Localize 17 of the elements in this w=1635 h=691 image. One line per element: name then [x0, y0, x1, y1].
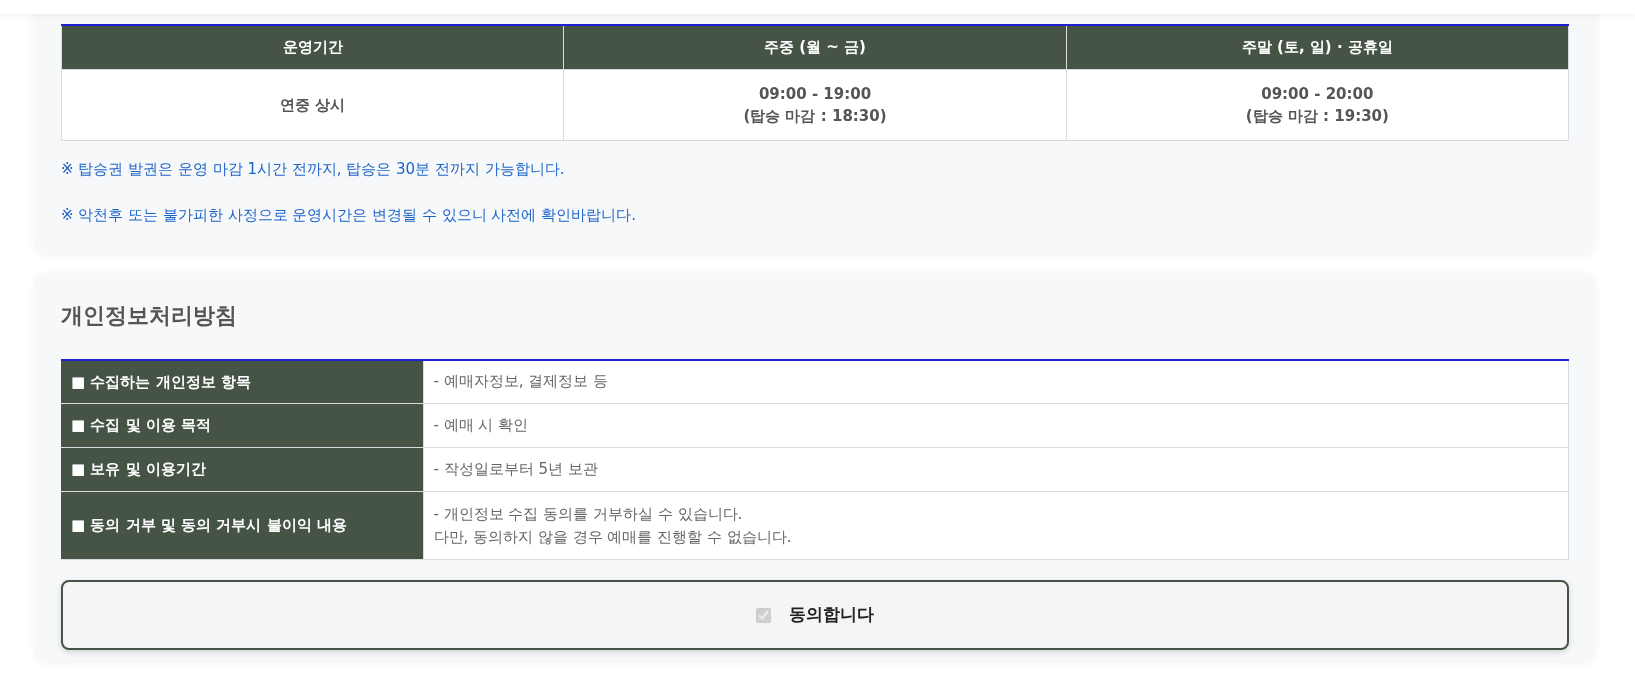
column-header: 주중 (월 ~ 금) — [563, 25, 1067, 69]
table-cell: 09:00 - 20:00 (탑승 마감 : 19:30) — [1066, 69, 1569, 140]
row-header: ■ 보유 및 이용기간 — [61, 447, 423, 492]
column-header: 주말 (토, 일) · 공휴일 — [1066, 25, 1569, 69]
row-header: ■ 수집하는 개인정보 항목 — [61, 359, 423, 404]
column-header: 운영기간 — [61, 25, 564, 69]
section-title: 개인정보처리방침 — [61, 301, 238, 330]
row-header: ■ 동의 거부 및 동의 거부시 불이익 내용 — [61, 491, 423, 560]
row-header: ■ 수집 및 이용 목적 — [61, 403, 423, 448]
table-cell: - 예매 시 확인 — [423, 403, 1569, 448]
table-cell: 09:00 - 19:00 (탑승 마감 : 18:30) — [563, 69, 1067, 140]
table-cell: - 작성일로부터 5년 보관 — [423, 447, 1569, 492]
table-cell: - 예매자정보, 결제정보 등 — [423, 359, 1569, 404]
table-cell: 연중 상시 — [61, 69, 564, 140]
table-cell: - 개인정보 수집 동의를 거부하실 수 있습니다. 다만, 동의하지 않을 경우 예매를 진행할 수 없습니다. — [423, 491, 1569, 560]
notice-text: ※ 탑승권 발권은 운영 마감 1시간 전까지, 탑승은 30분 전까지 가능합니다. — [61, 158, 566, 179]
notice-text: ※ 악천후 또는 불가피한 사정으로 운영시간은 변경될 수 있으니 사전에 확인바랍니다. — [61, 204, 638, 225]
